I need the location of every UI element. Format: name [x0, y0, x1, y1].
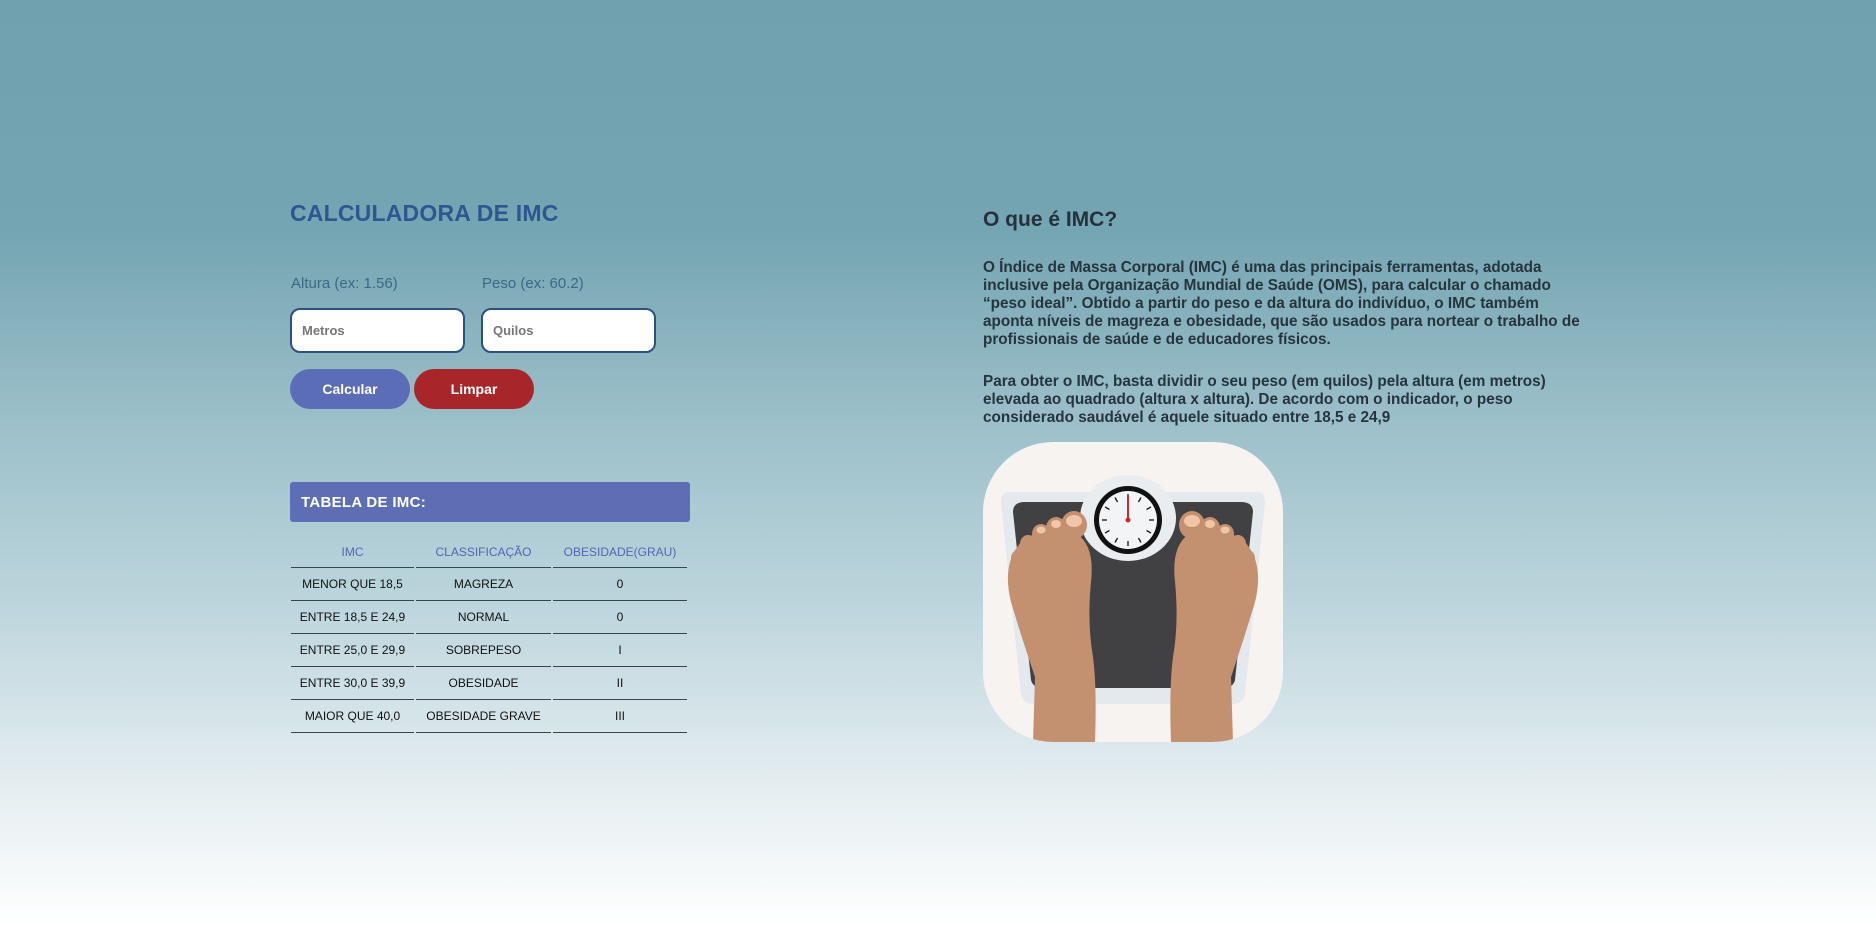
- bathroom-scale-feet-icon: [983, 442, 1283, 742]
- table-row: ENTRE 18,5 E 24,9 NORMAL 0: [291, 601, 687, 634]
- table-cell-imc: MENOR QUE 18,5: [291, 568, 414, 601]
- calculate-button[interactable]: Calcular: [290, 369, 410, 409]
- weight-input[interactable]: [481, 308, 656, 353]
- right-foot: [1170, 511, 1259, 742]
- imc-table-title: TABELA DE IMC:: [290, 482, 690, 522]
- calculator-title: CALCULADORA DE IMC: [290, 200, 559, 226]
- action-buttons: Calcular Limpar: [290, 369, 710, 409]
- table-cell-classification: NORMAL: [416, 601, 551, 634]
- table-cell-grade: III: [553, 700, 687, 733]
- table-row: ENTRE 25,0 E 29,9 SOBREPESO I: [291, 634, 687, 667]
- height-label: Altura (ex: 1.56): [291, 275, 398, 292]
- column-header-imc: IMC: [291, 536, 414, 568]
- height-field-group: Altura (ex: 1.56): [290, 275, 465, 353]
- imc-table: IMC CLASSIFICAÇÃO OBESIDADE(GRAU) MENOR …: [289, 536, 689, 733]
- column-header-obesity-grade: OBESIDADE(GRAU): [553, 536, 687, 568]
- table-cell-imc: ENTRE 25,0 E 29,9: [291, 634, 414, 667]
- table-cell-grade: 0: [553, 568, 687, 601]
- table-cell-classification: SOBREPESO: [416, 634, 551, 667]
- calculator-panel: CALCULADORA DE IMC Altura (ex: 1.56) Pes…: [290, 200, 710, 733]
- table-row: MENOR QUE 18,5 MAGREZA 0: [291, 568, 687, 601]
- table-cell-grade: I: [553, 634, 687, 667]
- table-row: ENTRE 30,0 E 39,9 OBESIDADE II: [291, 667, 687, 700]
- table-cell-classification: OBESIDADE: [416, 667, 551, 700]
- table-header-row: IMC CLASSIFICAÇÃO OBESIDADE(GRAU): [291, 536, 687, 568]
- clear-button[interactable]: Limpar: [414, 369, 534, 409]
- scale-illustration: [1001, 475, 1265, 742]
- column-header-classification: CLASSIFICAÇÃO: [416, 536, 551, 568]
- input-fields: Altura (ex: 1.56) Peso (ex: 60.2): [290, 275, 710, 353]
- info-title: O que é IMC?: [983, 208, 1118, 231]
- table-cell-classification: OBESIDADE GRAVE: [416, 700, 551, 733]
- table-cell-grade: 0: [553, 601, 687, 634]
- weight-label: Peso (ex: 60.2): [482, 275, 584, 292]
- left-foot: [1007, 511, 1096, 742]
- table-cell-grade: II: [553, 667, 687, 700]
- info-panel: O que é IMC? O Índice de Massa Corporal …: [983, 208, 1583, 742]
- weight-field-group: Peso (ex: 60.2): [481, 275, 656, 353]
- table-row: MAIOR QUE 40,0 OBESIDADE GRAVE III: [291, 700, 687, 733]
- info-paragraph-2: Para obter o IMC, basta dividir o seu pe…: [983, 373, 1546, 426]
- table-cell-classification: MAGREZA: [416, 568, 551, 601]
- scale-needle-hub: [1125, 517, 1131, 523]
- table-cell-imc: MAIOR QUE 40,0: [291, 700, 414, 733]
- table-cell-imc: ENTRE 30,0 E 39,9: [291, 667, 414, 700]
- table-cell-imc: ENTRE 18,5 E 24,9: [291, 601, 414, 634]
- info-paragraph-1: O Índice de Massa Corporal (IMC) é uma d…: [983, 259, 1580, 348]
- height-input[interactable]: [290, 308, 465, 353]
